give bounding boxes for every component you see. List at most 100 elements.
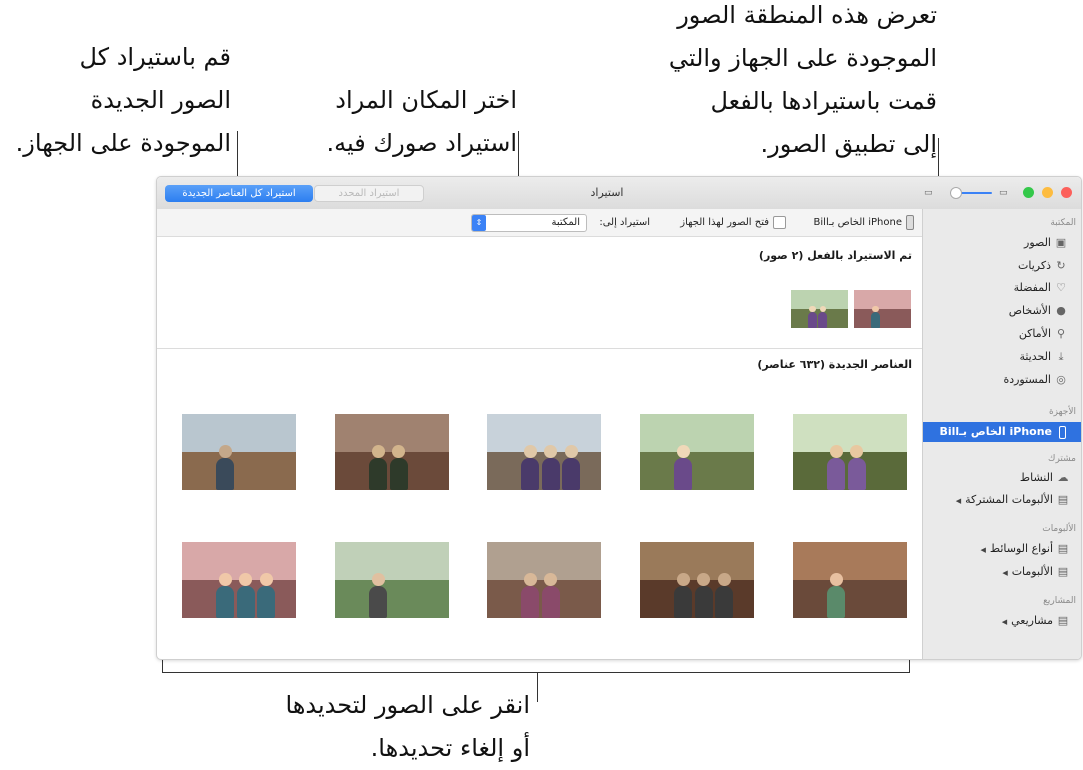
callout-line: الصور الجديدة (90, 86, 231, 114)
photo-figure (521, 458, 540, 490)
person-icon: ● (1056, 304, 1066, 317)
import-to-label: استيراد إلى: (599, 217, 650, 228)
sidebar-item-label: المستوردة (1003, 373, 1051, 386)
photo-background (640, 414, 754, 456)
new-items-title: العناصر الجديدة (٦٣٢ عناصر) (757, 358, 912, 371)
already-imported-title: تم الاستيراد بالفعل (٢ صور) (758, 249, 912, 262)
zoom-in-icon[interactable]: ▭ (999, 188, 1008, 198)
photo-thumbnail[interactable] (793, 414, 907, 490)
photo-figure-head (218, 445, 232, 459)
zoom-out-icon[interactable]: ▭ (924, 188, 933, 198)
sidebar-item-label: ذكريات (1018, 259, 1051, 272)
photo-figure-head (809, 305, 816, 313)
sidebar-item-media-types[interactable]: ▤ أنواع الوسائط◀ (981, 542, 1070, 555)
leader-line (537, 672, 538, 702)
callout-line: الموجودة على الجهاز. (15, 129, 231, 157)
photo-figure (818, 312, 828, 328)
photo-background (854, 290, 911, 311)
sidebar-item-label: المفضلة (1013, 281, 1051, 294)
photo-thumbnail[interactable] (335, 542, 449, 618)
photo-background (182, 414, 296, 456)
sidebar-item-label: الأشخاص (1008, 304, 1051, 317)
photo-thumbnail[interactable] (640, 414, 754, 490)
photo-figure-head (872, 305, 879, 313)
disclosure-triangle-icon[interactable]: ◀ (1002, 618, 1007, 626)
photo-thumbnail[interactable] (487, 414, 601, 490)
zoom-window-button[interactable] (1023, 187, 1034, 198)
photo-background (793, 542, 907, 584)
sidebar-section-library: المكتبة (1050, 218, 1076, 228)
photo-thumbnail[interactable] (182, 414, 296, 490)
sidebar-item-favorites[interactable]: ♡ المفضلة (1014, 281, 1068, 294)
photo-thumbnail[interactable] (640, 542, 754, 618)
photo-figure (541, 458, 560, 490)
photo-background (335, 542, 449, 584)
callout-line: استيراد صورك فيه. (326, 129, 517, 157)
sidebar: المكتبة ▣ الصور ↻ ذكريات ♡ المفضلة ● الأشخاص… (922, 209, 1081, 659)
photo-thumbnail[interactable] (335, 414, 449, 490)
close-window-button[interactable] (1061, 187, 1072, 198)
photo-ground (182, 452, 296, 490)
photo-figure (674, 458, 693, 490)
photo-ground (793, 580, 907, 618)
open-photos-checkbox[interactable] (773, 216, 786, 229)
sidebar-section-projects: المشاريع (1043, 596, 1076, 606)
photo-ground (640, 452, 754, 490)
sidebar-item-label: أنواع الوسائط (989, 542, 1053, 555)
sidebar-item-device[interactable]: iPhone الخاص بـBill (923, 422, 1081, 442)
sidebar-item-people[interactable]: ● الأشخاص (1009, 304, 1068, 317)
sidebar-item-my-projects[interactable]: ▤ مشاريعي ◀ (1002, 614, 1070, 627)
leader-line (237, 131, 238, 179)
photo-figure-head (371, 445, 385, 459)
pin-icon: ⚲ (1056, 327, 1066, 340)
photo-figure-head (676, 445, 690, 459)
heart-icon: ♡ (1056, 281, 1066, 294)
sidebar-item-shared-albums[interactable]: ▤ الألبومات المشتركة ◀ (956, 493, 1070, 506)
callout-click-photos: انقر على الصور لتحديدها أو إلغاء تحديدها… (285, 684, 530, 770)
photo-thumbnail[interactable] (793, 542, 907, 618)
photo-figure (389, 458, 408, 490)
sidebar-item-photos[interactable]: ▣ الصور (1024, 236, 1068, 249)
open-photos-label[interactable]: فتح الصور لهذا الجهاز (680, 217, 769, 228)
sidebar-item-memories[interactable]: ↻ ذكريات (1018, 259, 1068, 272)
callout-line: انقر على الصور لتحديدها (285, 691, 530, 719)
window-title: استيراد (590, 186, 624, 199)
callout-line: قمت باستيرادها بالفعل (710, 87, 937, 115)
photo-thumbnail[interactable] (182, 542, 296, 618)
photo-figure (562, 458, 581, 490)
photo-figure (236, 586, 255, 618)
photo-figure (715, 586, 734, 618)
sidebar-item-label: الصور (1024, 236, 1051, 249)
sidebar-item-label: الأماكن (1018, 327, 1051, 340)
import-selected-button[interactable]: استيراد المحدد (314, 185, 424, 202)
sidebar-item-imports[interactable]: ◎ المستوردة (1003, 373, 1068, 386)
sidebar-item-label: الألبومات (1011, 565, 1053, 578)
sidebar-item-albums[interactable]: ▤ الألبومات ◀ (1002, 565, 1070, 578)
photo-thumbnail[interactable] (487, 542, 601, 618)
photo-figure (216, 458, 235, 490)
photo-figure (369, 586, 388, 618)
photo-figure-head (676, 573, 690, 587)
sidebar-item-places[interactable]: ⚲ الأماكن (1019, 327, 1068, 340)
sidebar-item-recents[interactable]: ⤓ الحديثة (1019, 350, 1068, 364)
photo-figure-head (564, 445, 578, 459)
import-all-new-button[interactable]: استيراد كل العناصر الجديدة (165, 185, 313, 202)
disclosure-triangle-icon[interactable]: ◀ (956, 497, 961, 505)
photo-figure-head (717, 573, 731, 587)
import-destination-select[interactable]: المكتبة ⇕ (471, 214, 587, 232)
photo-thumbnail[interactable] (791, 290, 848, 328)
callout-already-imported: تعرض هذه المنطقة الصور الموجودة على الجه… (669, 0, 937, 166)
sidebar-item-activity[interactable]: ☁ النشاط (1020, 471, 1070, 484)
photo-thumbnail[interactable] (854, 290, 911, 328)
bracket-line (162, 672, 910, 673)
disclosure-triangle-icon[interactable]: ◀ (1002, 569, 1007, 577)
sidebar-item-label: iPhone الخاص بـBill (939, 425, 1052, 438)
callout-line: الموجودة على الجهاز والتي (668, 44, 937, 72)
photo-figure-head (523, 445, 537, 459)
disclosure-triangle-icon[interactable]: ◀ (981, 546, 986, 554)
photo-ground (854, 309, 911, 328)
photo-figure-head (829, 445, 843, 459)
folder-icon: ▤ (1057, 493, 1069, 506)
zoom-slider-knob[interactable] (950, 187, 962, 199)
minimize-window-button[interactable] (1042, 187, 1053, 198)
